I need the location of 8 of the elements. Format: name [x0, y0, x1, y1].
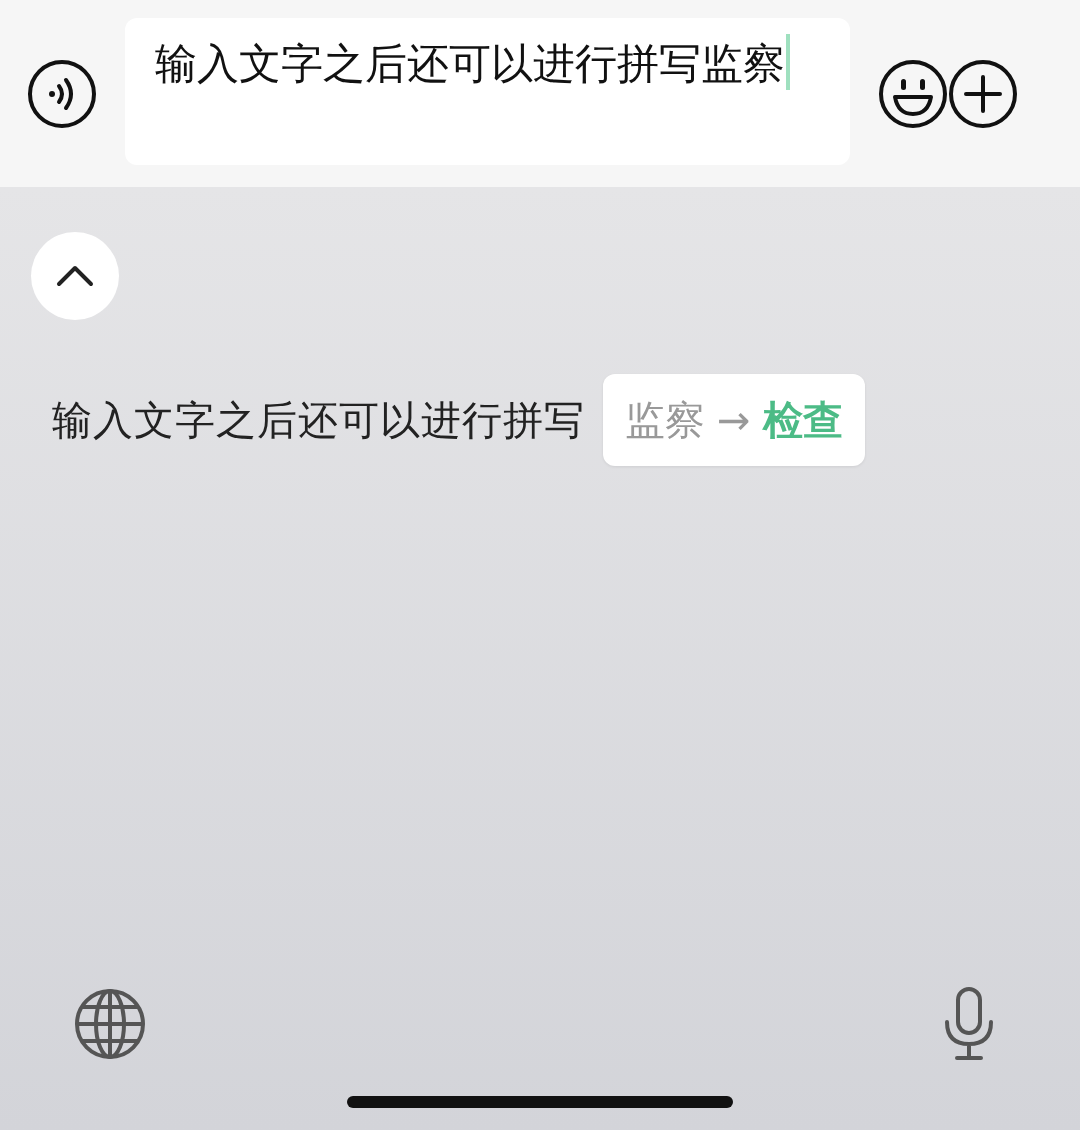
suggestion-text: 输入文字之后还可以进行拼写	[52, 395, 585, 445]
chevron-up-icon	[55, 264, 95, 288]
text-cursor	[786, 34, 790, 90]
emoji-icon[interactable]	[878, 58, 948, 129]
voice-icon[interactable]	[27, 58, 97, 129]
message-input[interactable]: 输入文字之后还可以进行拼写监察	[125, 18, 850, 165]
plus-icon[interactable]	[948, 58, 1018, 129]
globe-icon[interactable]	[74, 988, 146, 1060]
